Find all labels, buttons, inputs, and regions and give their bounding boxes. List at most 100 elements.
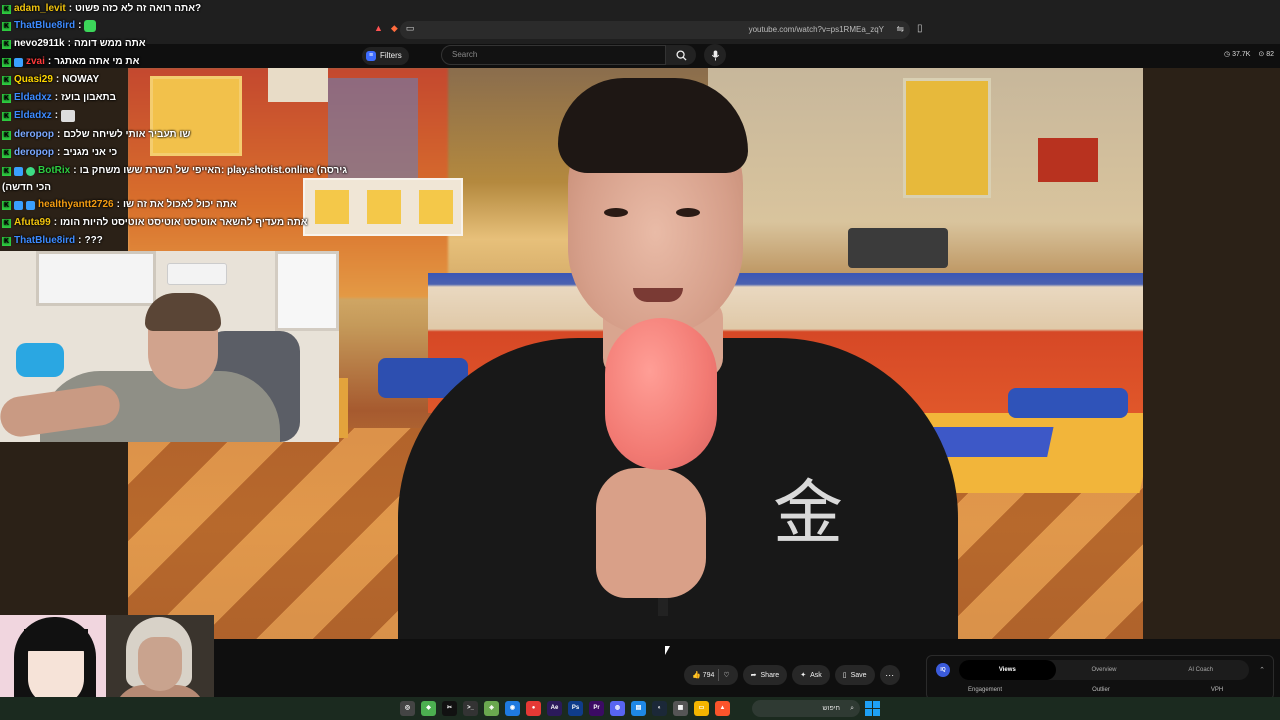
kick-badge-icon: K [2,200,11,210]
chat-separator: : [54,92,59,103]
dislike-button[interactable]: ♡ [723,671,729,679]
minecraft-icon[interactable]: ◆ [421,701,436,716]
discord-icon[interactable]: ◍ [610,701,625,716]
url-text[interactable]: youtube.com/watch?v=ps1RMEa_zqY [749,25,884,34]
filters-button[interactable]: ≡ Filters [362,47,409,65]
after-effects-icon[interactable]: Ae [547,701,562,716]
video-actions: 👍 794 ♡ ➦ Share ✦ Ask ▯ Save ⋯ [684,665,900,685]
webcam-window-right [275,251,339,331]
presenter-eye [604,208,628,217]
filters-label: Filters [380,51,402,60]
tab-ai-coach[interactable]: AI Coach [1152,660,1249,680]
address-bar[interactable]: ▲ ◆ ▭ youtube.com/watch?v=ps1RMEa_zqY ⇋ [374,21,910,39]
chat-text: אתה ממש דומה [73,38,146,49]
chat-username[interactable]: healthyantt2726 [38,197,114,213]
kick-badge-icon: K [2,166,11,176]
chat-username[interactable]: zvai [26,54,45,70]
metric-engagement[interactable]: Engagement [927,687,1043,693]
thumbs-up-icon: 👍 [692,672,701,679]
presenter-hair [558,78,748,173]
chat-username[interactable]: Eldadxz [14,90,52,106]
chat-text: (הכי חדשה [2,182,52,193]
tab-views[interactable]: Views [959,660,1056,680]
brave-shield-icon[interactable]: ◆ [391,23,398,34]
taskbar-search[interactable]: חיפוש ⌕ [752,700,860,717]
ask-button[interactable]: ✦ Ask [792,665,830,685]
chat-message: Kderopop: שו תעביר אותי לשיחה שלכם [0,126,192,144]
save-button[interactable]: ▯ Save [834,665,875,685]
chat-message: K Afuta99: אתה מעדיף להשאר אוטיסט אוטיסט א… [0,214,310,232]
chat-message: Kzvai: את מי אתה מאתגר [0,53,141,71]
chrome-icon[interactable]: ● [526,701,541,716]
metric-vph[interactable]: VPH [1159,687,1275,693]
kick-badge-icon: K [2,111,11,121]
share-button[interactable]: ➦ Share [742,665,788,685]
notepad-icon[interactable]: ▤ [631,701,646,716]
youtube-header: ≡ Filters Search ◷ 37.7K ⊙ 82 [0,44,1280,68]
chat-message: K Eldadxz: בתאבון בועז [0,89,118,107]
video-scene-chair-right [1008,388,1128,418]
metric-outlier[interactable]: Outlier [1043,687,1159,693]
chat-username[interactable]: BotRix [38,163,70,179]
presenter-eye [676,208,700,217]
files-icon[interactable]: ▭ [694,701,709,716]
webcam-toy [16,343,64,377]
chat-username[interactable]: deropop [14,127,54,143]
address-bar-icons: ▲ ◆ ▭ [374,23,414,34]
subscriber-badge-icon [26,200,35,210]
chat-message: Khealthyantt2726: אתה יכול לאכול את זה שו [0,196,239,214]
background-right [1143,68,1280,639]
steam-icon[interactable]: ◐ [652,701,667,716]
extension-logo[interactable]: IQ [936,663,950,677]
start-button[interactable] [865,701,880,716]
kick-badge-icon: K [2,236,11,246]
search-icon: ⌕ [850,705,854,712]
chat-separator: : [53,217,58,228]
sparkle-icon: ✦ [800,672,807,679]
copilot-icon[interactable]: ◎ [400,701,415,716]
chat-separator: : [67,38,71,49]
bookmark-save-icon: ▯ [842,672,847,679]
chat-username[interactable]: Eldadxz [14,108,52,124]
video-scene-menu-board [303,178,463,236]
chat-text: אתה רואה זה לא כזה פשוט? [75,3,202,14]
chat-username[interactable]: deropop [14,145,54,161]
capcut-icon[interactable]: ✂ [442,701,457,716]
chat-username[interactable]: adam_levit [14,1,66,17]
tab-overview[interactable]: Overview [1056,660,1153,680]
kick-badge-icon: K [2,218,11,228]
like-dislike-group: 👍 794 ♡ [684,665,738,685]
voice-search-button[interactable] [704,44,726,66]
save-label: Save [850,671,867,679]
search-input[interactable]: Search [441,45,666,65]
chat-username[interactable]: Afuta99 [14,215,51,231]
cube-icon[interactable]: ◈ [484,701,499,716]
share-page-icon[interactable]: ⇋ [896,24,904,35]
kick-badge-icon: K [2,4,11,14]
collapse-chevron-icon[interactable]: ⌃ [1259,666,1265,674]
mic-icon [711,49,719,61]
chat-username[interactable]: ThatBlue8ird [14,233,75,249]
chat-username[interactable]: nevo2911k [14,36,65,52]
chat-text: בתאבון בועז [61,92,117,103]
store-icon[interactable]: ▦ [673,701,688,716]
chat-separator: : [57,147,61,158]
photoshop-icon[interactable]: Ps [568,701,583,716]
brave-icon[interactable]: ▲ [715,701,730,716]
chat-username[interactable]: Quasi29 [14,72,53,88]
warning-icon[interactable]: ▲ [374,23,383,34]
premiere-icon[interactable]: Pr [589,701,604,716]
taskbar-apps: ◎ ◆ ✂ >_ ◈ ◉ ● Ae Ps Pr ◍ ▤ ◐ ▦ ▭ ▲ [400,701,730,716]
chat-text: ??? [84,235,103,246]
like-button[interactable]: 👍 794 [692,671,714,679]
video-scene-shelf [1038,138,1098,182]
more-actions-button[interactable]: ⋯ [879,665,900,685]
edge-icon[interactable]: ◉ [505,701,520,716]
screen-icon[interactable]: ▭ [406,23,415,34]
microphone [605,318,717,470]
bookmark-icon[interactable]: ▯ [917,23,923,34]
filters-icon: ≡ [366,51,376,61]
chat-username[interactable]: ThatBlue8ird [14,18,75,34]
terminal-icon[interactable]: >_ [463,701,478,716]
search-button[interactable] [666,45,696,65]
